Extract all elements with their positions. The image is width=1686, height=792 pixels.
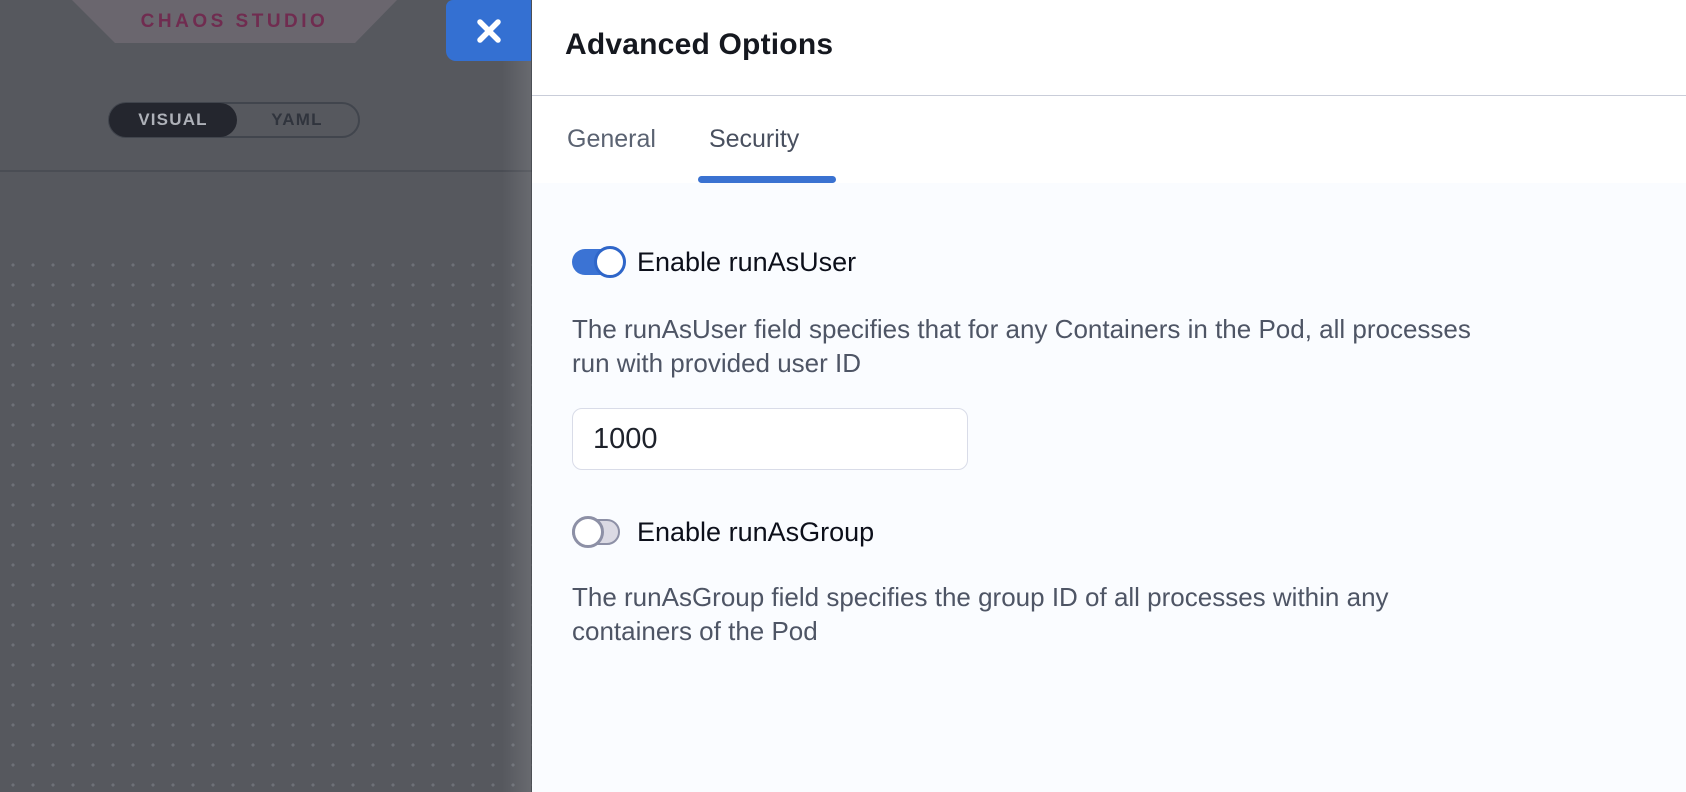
visual-yaml-toggle[interactable]: VISUAL YAML	[108, 102, 360, 138]
drawer-close-button[interactable]	[446, 0, 531, 61]
toggle-knob	[594, 246, 626, 278]
drawer-tabbar: General Security	[532, 96, 1686, 183]
run-as-user-toggle[interactable]	[572, 245, 626, 279]
description-line: containers of the Pod	[572, 614, 1646, 648]
active-tab-underline	[698, 176, 836, 183]
run-as-group-toggle[interactable]	[572, 515, 626, 549]
chaos-studio-banner-label: CHAOS STUDIO	[141, 11, 329, 33]
description-line: The runAsUser field specifies that for a…	[572, 312, 1646, 346]
run-as-user-row: Enable runAsUser	[572, 245, 1646, 279]
run-as-user-label: Enable runAsUser	[637, 245, 856, 279]
canvas-dim-overlay: CHAOS STUDIO VISUAL YAML	[0, 0, 532, 792]
advanced-options-drawer: Advanced Options General Security Enable…	[532, 0, 1686, 792]
run-as-user-description: The runAsUser field specifies that for a…	[572, 312, 1646, 380]
toggle-knob	[572, 516, 604, 548]
drawer-header: Advanced Options	[532, 0, 1686, 96]
security-tab-panel: Enable runAsUser The runAsUser field spe…	[532, 183, 1686, 792]
visual-toggle-segment[interactable]: VISUAL	[109, 103, 237, 137]
run-as-group-row: Enable runAsGroup	[572, 515, 1646, 549]
run-as-group-description: The runAsGroup field specifies the group…	[572, 580, 1646, 648]
chaos-studio-banner: CHAOS STUDIO	[72, 0, 397, 43]
tab-general[interactable]: General	[567, 125, 656, 154]
yaml-toggle-segment[interactable]: YAML	[236, 104, 358, 136]
run-as-user-input[interactable]	[572, 408, 968, 470]
close-icon	[476, 18, 502, 44]
tab-security[interactable]: Security	[709, 125, 799, 154]
run-as-group-label: Enable runAsGroup	[637, 515, 874, 549]
pipeline-canvas-dot-grid	[0, 250, 532, 792]
drawer-title: Advanced Options	[565, 28, 1686, 62]
description-line: run with provided user ID	[572, 346, 1646, 380]
description-line: The runAsGroup field specifies the group…	[572, 580, 1646, 614]
canvas-header-divider	[0, 170, 532, 172]
